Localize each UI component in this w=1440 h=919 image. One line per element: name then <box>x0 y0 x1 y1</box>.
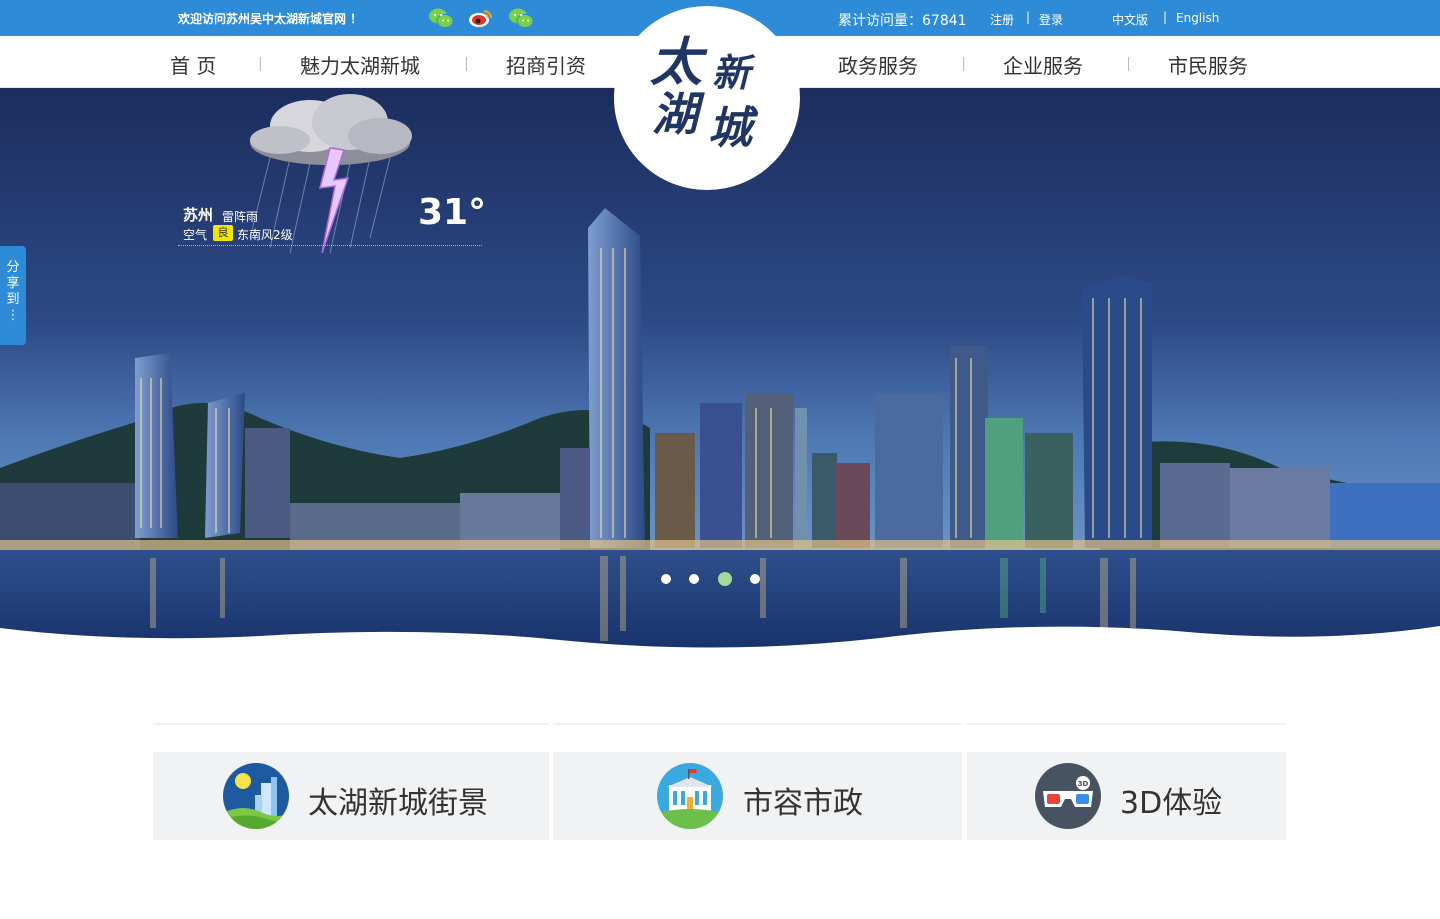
register-link[interactable]: 注册 <box>990 11 1014 28</box>
slider-dot[interactable] <box>661 574 671 584</box>
card-label: 市容市政 <box>743 786 863 821</box>
share-label-char: 到 <box>6 292 20 307</box>
lang-english-link[interactable]: English <box>1176 11 1219 25</box>
3d-glasses-icon: 3D <box>1035 763 1101 829</box>
wind-info: 东南风2级 <box>237 228 293 242</box>
weather-condition: 雷阵雨 <box>222 210 259 224</box>
wechat-icon[interactable] <box>428 7 454 29</box>
weather-divider <box>178 245 482 246</box>
nav-item-charm[interactable]: 魅力太湖新城 <box>300 50 420 79</box>
nav-item-citizen[interactable]: 市民服务 <box>1168 50 1248 79</box>
card-label: 太湖新城街景 <box>308 786 488 821</box>
svg-text:3D: 3D <box>1078 780 1089 788</box>
nav-item-enterprise[interactable]: 企业服务 <box>1003 50 1083 79</box>
nav-divider <box>466 57 467 71</box>
welcome-text: 欢迎访问苏州吴中太湖新城官网 ！ <box>178 12 363 26</box>
logo-char: 湖 <box>652 87 698 141</box>
slider-dot-active[interactable] <box>718 572 732 586</box>
weather-widget: 苏州 雷阵雨 空气 良 东南风2级 31° <box>178 88 486 248</box>
slider-dot[interactable] <box>689 574 699 584</box>
slider-dot[interactable] <box>750 574 760 584</box>
share-label-char: 分 <box>6 260 20 275</box>
street-view-icon <box>223 763 289 829</box>
air-quality-badge: 良 <box>213 225 233 241</box>
card-city-admin[interactable]: 市容市政 <box>553 752 962 840</box>
nav-item-home[interactable]: 首 页 <box>170 50 216 79</box>
wechat-icon[interactable] <box>508 7 534 29</box>
weather-city: 苏州 <box>183 206 214 224</box>
login-link[interactable]: 登录 <box>1039 11 1063 28</box>
card-street-view[interactable]: 太湖新城街景 <box>153 752 549 840</box>
nav-divider <box>260 57 261 71</box>
city-hall-icon <box>657 763 723 829</box>
air-quality-label: 空气 <box>183 228 208 242</box>
card-3d-experience[interactable]: 3D 3D体验 <box>967 752 1286 840</box>
site-logo[interactable]: 太 新 湖 城 <box>614 6 800 190</box>
separator: | <box>1163 10 1168 24</box>
card-top-line <box>967 723 1286 725</box>
share-label-char: ⋮ <box>6 308 20 323</box>
nav-item-investment[interactable]: 招商引资 <box>506 50 586 79</box>
weibo-icon[interactable] <box>468 7 494 29</box>
temperature: 31° <box>418 192 487 233</box>
nav-divider <box>963 57 964 71</box>
visit-counter: 累计访问量：67841 <box>838 13 967 29</box>
logo-char: 城 <box>708 103 752 154</box>
nav-divider <box>1128 57 1129 71</box>
card-label: 3D体验 <box>1120 786 1223 821</box>
share-label-char: 享 <box>6 276 20 291</box>
logo-char: 新 <box>712 50 751 95</box>
nav-item-government[interactable]: 政务服务 <box>838 50 918 79</box>
lang-chinese-link[interactable]: 中文版 <box>1112 11 1148 28</box>
card-top-line <box>553 723 962 725</box>
separator: | <box>1026 10 1031 24</box>
share-tab[interactable]: 分 享 到 ⋮ <box>0 246 26 345</box>
card-top-line <box>153 723 549 725</box>
